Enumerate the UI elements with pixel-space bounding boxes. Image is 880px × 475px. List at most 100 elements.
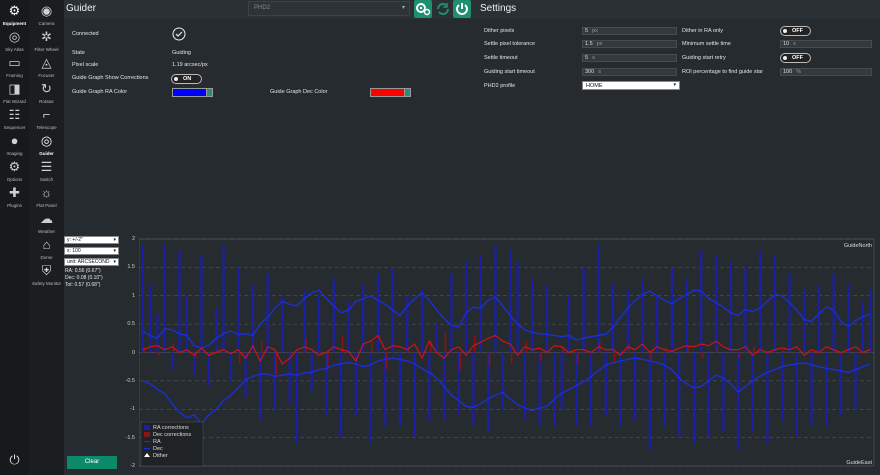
chevron-down-icon bbox=[404, 88, 411, 97]
toggle-label: ON bbox=[183, 76, 192, 82]
nav-label: Flat Wizard bbox=[3, 99, 26, 104]
y-tick-label: -1.5 bbox=[125, 434, 135, 441]
retry-toggle[interactable]: OFF bbox=[780, 53, 811, 63]
nav-item-weather[interactable]: ☁ Weather bbox=[29, 210, 64, 234]
dec-correction-bar bbox=[444, 332, 447, 353]
nav-label: Safety Monitor bbox=[31, 281, 61, 286]
legend-label: RA bbox=[153, 439, 161, 445]
select-value: x: 100 bbox=[67, 248, 81, 254]
ra-correction-bar bbox=[538, 352, 541, 427]
dec-correction-bar bbox=[738, 352, 741, 359]
ra-correction-bar bbox=[714, 256, 718, 353]
settle-timeout-input[interactable]: 5s bbox=[582, 54, 677, 62]
device-select[interactable]: PHD2 ▾ bbox=[248, 1, 410, 16]
dec-correction-bar bbox=[628, 343, 630, 353]
ra-correction-bar bbox=[229, 352, 232, 381]
nav-item-flat-panel[interactable]: ☼ Flat Panel bbox=[29, 184, 64, 208]
nav-item-safety-monitor[interactable]: ⛨ Safety Monitor bbox=[29, 262, 64, 286]
nav-label: Filter Wheel bbox=[34, 47, 59, 52]
nav-label: Framing bbox=[6, 73, 23, 78]
disconnect-button[interactable] bbox=[453, 0, 471, 18]
ra-correction-bar bbox=[163, 244, 166, 353]
x-count-select[interactable]: x: 100 ▾ bbox=[64, 247, 119, 255]
power-icon: ⏻ bbox=[9, 452, 20, 467]
power-icon bbox=[456, 3, 468, 15]
settings-button[interactable] bbox=[414, 0, 432, 18]
input-value: 100 bbox=[783, 69, 793, 75]
nav-item-plugins[interactable]: ✚ Plugins bbox=[0, 184, 29, 208]
nav-item-framing[interactable]: ▭ Framing bbox=[0, 54, 29, 78]
nav-label: Rotator bbox=[39, 99, 54, 104]
show-corrections-toggle[interactable]: ON bbox=[171, 74, 202, 84]
nav-item-options[interactable]: ⚙ Options bbox=[0, 158, 29, 182]
ra-correction-bar bbox=[398, 352, 402, 427]
ra-correction-bar bbox=[803, 290, 806, 353]
options-icon: ⚙ bbox=[8, 159, 21, 174]
ra-correction-bar bbox=[795, 352, 798, 438]
ra-correction-bar bbox=[626, 290, 629, 353]
dither-pixels-input[interactable]: 5 px bbox=[582, 27, 677, 35]
nav-item-guider[interactable]: ◎ Guider bbox=[29, 132, 64, 156]
chevron-down-icon: ▾ bbox=[673, 82, 676, 88]
nav-item-sky-atlas[interactable]: ◎ Sky Atlas bbox=[0, 28, 29, 52]
ra-correction-bar bbox=[545, 284, 549, 353]
guiding-start-timeout-label: Guiding start timeout bbox=[484, 69, 535, 75]
nav-item-telescope[interactable]: ⌐ Telescope bbox=[29, 106, 64, 130]
dither-ra-only-toggle[interactable]: OFF bbox=[780, 26, 811, 36]
y-scale-select[interactable]: y: +/-2" ▾ bbox=[64, 236, 119, 244]
nav-item-switch[interactable]: ☰ Switch bbox=[29, 158, 64, 182]
guiding-start-timeout-input[interactable]: 300 s bbox=[582, 68, 677, 76]
phd2-profile-label: PHD2 profile bbox=[484, 83, 516, 89]
ra-correction-bar bbox=[589, 352, 593, 427]
nav-item-sequencer[interactable]: ☷ Sequencer bbox=[0, 106, 29, 130]
ra-correction-bar bbox=[185, 295, 188, 353]
dec-color-picker[interactable] bbox=[370, 88, 411, 97]
nav-item-rotator[interactable]: ↻ Rotator bbox=[29, 80, 64, 104]
refresh-button[interactable] bbox=[434, 0, 452, 18]
input-unit: px bbox=[596, 41, 603, 47]
y-tick-label: 2 bbox=[131, 236, 135, 242]
shutdown-button[interactable]: ⏻ bbox=[0, 452, 29, 470]
ra-color-picker[interactable] bbox=[172, 88, 213, 97]
nav-item-filter-wheel[interactable]: ✲ Filter Wheel bbox=[29, 28, 64, 52]
ra-correction-bar bbox=[428, 352, 431, 421]
phd2-profile-select[interactable]: HOME ▾ bbox=[582, 81, 680, 90]
ra-correction-bar bbox=[420, 290, 424, 353]
ra-correction-bar bbox=[597, 244, 600, 353]
header-bar: Guider PHD2 ▾ Settings bbox=[64, 0, 880, 19]
roi-input[interactable]: 100% bbox=[780, 68, 872, 76]
nav-label: Switch bbox=[39, 177, 54, 182]
ra-correction-bar bbox=[178, 250, 181, 353]
ra-correction-bar bbox=[839, 352, 843, 415]
pixel-scale-value: 1.19 arcsec/px bbox=[172, 62, 208, 68]
ra-correction-bar bbox=[362, 284, 365, 353]
legend-label: RA corrections bbox=[153, 425, 189, 431]
settle-tolerance-input[interactable]: 1.5 px bbox=[582, 40, 677, 48]
state-label: State bbox=[72, 50, 85, 56]
unit-select[interactable]: unit: ARCSECOND ▾ bbox=[64, 258, 119, 266]
ra-correction-bar bbox=[825, 352, 828, 427]
nav-item-camera[interactable]: ◉ Camera bbox=[29, 2, 64, 26]
toggle-knob bbox=[174, 77, 178, 81]
nav-item-flat-wizard[interactable]: ◨ Flat Wizard bbox=[0, 80, 29, 104]
clear-button[interactable]: Clear bbox=[67, 456, 117, 469]
settings-title: Settings bbox=[480, 3, 517, 14]
dec-correction-bar bbox=[385, 352, 388, 370]
connected-check-icon bbox=[172, 27, 186, 41]
ra-correction-bar bbox=[567, 295, 571, 353]
nav-item-imaging[interactable]: ● Imaging bbox=[0, 132, 29, 156]
min-settle-input[interactable]: 10 s bbox=[780, 40, 872, 48]
ra-correction-bar bbox=[531, 278, 534, 353]
ra-correction-bar bbox=[472, 352, 475, 427]
nav-item-focuser[interactable]: ◬ Focuser bbox=[29, 54, 64, 78]
dec-line bbox=[142, 357, 871, 425]
ra-correction-bar bbox=[869, 290, 872, 353]
ra-correction-bar bbox=[707, 352, 710, 438]
settle-timeout-label: Settle timeout bbox=[484, 55, 518, 61]
ra-correction-bar bbox=[670, 267, 673, 353]
ra-correction-bar bbox=[266, 273, 269, 353]
nav-item-dome[interactable]: ⌂ Dome bbox=[29, 236, 64, 260]
dither-ra-only-label: Dither in RA only bbox=[682, 28, 723, 34]
ra-correction-bar bbox=[781, 352, 784, 421]
nav-item-equipment[interactable]: ⚙ Equipment bbox=[0, 2, 29, 26]
